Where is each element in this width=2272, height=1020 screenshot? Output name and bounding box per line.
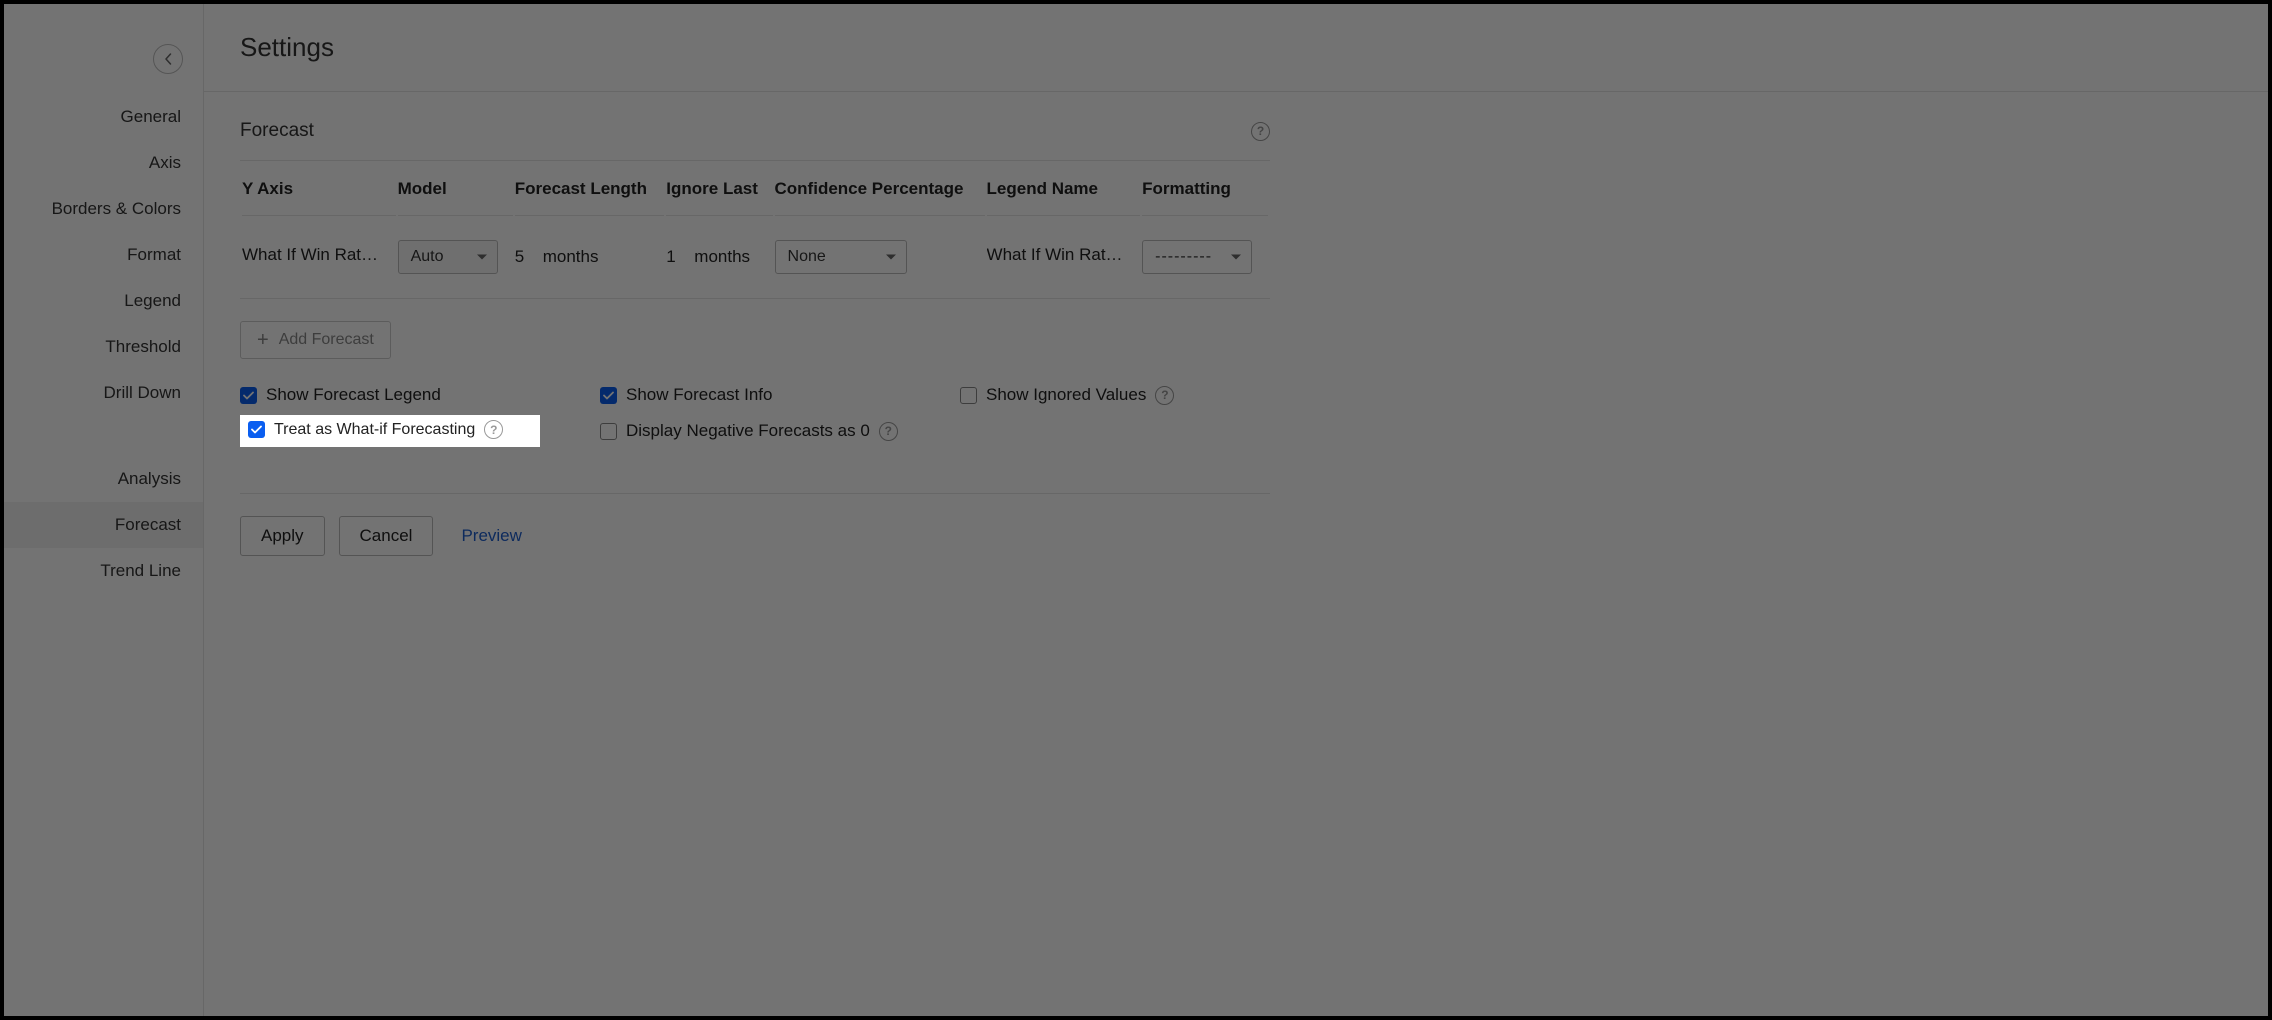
model-select[interactable]: Auto [398, 240, 498, 274]
help-icon[interactable]: ? [1251, 122, 1270, 141]
sidebar-item-drill-down[interactable]: Drill Down [4, 370, 203, 416]
col-confidence: Confidence Percentage [775, 163, 985, 216]
forecast-table: Y Axis Model Forecast Length Ignore Last… [240, 160, 1270, 299]
plus-icon: + [257, 330, 269, 350]
app-window: General Axis Borders & Colors Format Leg… [3, 3, 2269, 1017]
ignore-value[interactable]: 1 [666, 247, 680, 267]
checkbox-show-ignored[interactable] [960, 387, 977, 404]
sidebar-item-trend-line[interactable]: Trend Line [4, 548, 203, 594]
add-forecast-button[interactable]: + Add Forecast [240, 321, 391, 359]
sidebar-item-borders-colors[interactable]: Borders & Colors [4, 186, 203, 232]
action-bar: Apply Cancel Preview [240, 516, 1270, 556]
formatting-select[interactable]: --------- [1142, 240, 1252, 274]
table-row: What If Win Rat… Auto 5 months 1 [242, 218, 1268, 296]
confidence-select[interactable]: None [775, 240, 907, 274]
checkbox-show-legend[interactable] [240, 387, 257, 404]
cell-yaxis: What If Win Rat… [242, 245, 378, 265]
ignore-unit[interactable]: months [694, 247, 750, 267]
cell-legend: What If Win Rat… [987, 245, 1123, 265]
col-legend: Legend Name [987, 163, 1141, 216]
sidebar-item-format[interactable]: Format [4, 232, 203, 278]
page-title: Settings [204, 4, 2268, 92]
checkbox-neg-as-zero[interactable] [600, 423, 617, 440]
length-unit[interactable]: months [543, 247, 599, 267]
help-icon[interactable]: ? [879, 422, 898, 441]
sidebar-item-threshold[interactable]: Threshold [4, 324, 203, 370]
checkbox-show-info[interactable] [600, 387, 617, 404]
opt-show-legend[interactable]: Show Forecast Legend [240, 385, 540, 405]
highlight-cutout [240, 415, 540, 447]
sidebar-item-legend[interactable]: Legend [4, 278, 203, 324]
opt-show-info[interactable]: Show Forecast Info [600, 385, 900, 405]
length-value[interactable]: 5 [515, 247, 529, 267]
sidebar: General Axis Borders & Colors Format Leg… [4, 4, 204, 1016]
forecast-panel: Forecast ? Y Axis Model Forecast Length … [240, 92, 1270, 556]
add-forecast-label: Add Forecast [279, 331, 374, 349]
chevron-left-icon [164, 53, 172, 65]
section-title: Forecast [240, 120, 314, 142]
col-yaxis: Y Axis [242, 163, 396, 216]
col-model: Model [398, 163, 513, 216]
sidebar-item-analysis[interactable]: Analysis [4, 456, 203, 502]
sidebar-item-forecast[interactable]: Forecast [4, 502, 203, 548]
sidebar-item-axis[interactable]: Axis [4, 140, 203, 186]
content-area: Settings Forecast ? Y Axis Model Forecas… [204, 4, 2268, 1016]
apply-button[interactable]: Apply [240, 516, 325, 556]
col-length: Forecast Length [515, 163, 665, 216]
sidebar-item-general[interactable]: General [4, 94, 203, 140]
preview-link[interactable]: Preview [461, 526, 521, 546]
col-ignore: Ignore Last [666, 163, 772, 216]
cancel-button[interactable]: Cancel [339, 516, 434, 556]
col-formatting: Formatting [1142, 163, 1268, 216]
back-button[interactable] [153, 44, 183, 74]
help-icon[interactable]: ? [1155, 386, 1174, 405]
opt-show-ignored[interactable]: Show Ignored Values ? [960, 385, 1260, 405]
opt-neg-as-zero[interactable]: Display Negative Forecasts as 0 ? [600, 415, 900, 447]
